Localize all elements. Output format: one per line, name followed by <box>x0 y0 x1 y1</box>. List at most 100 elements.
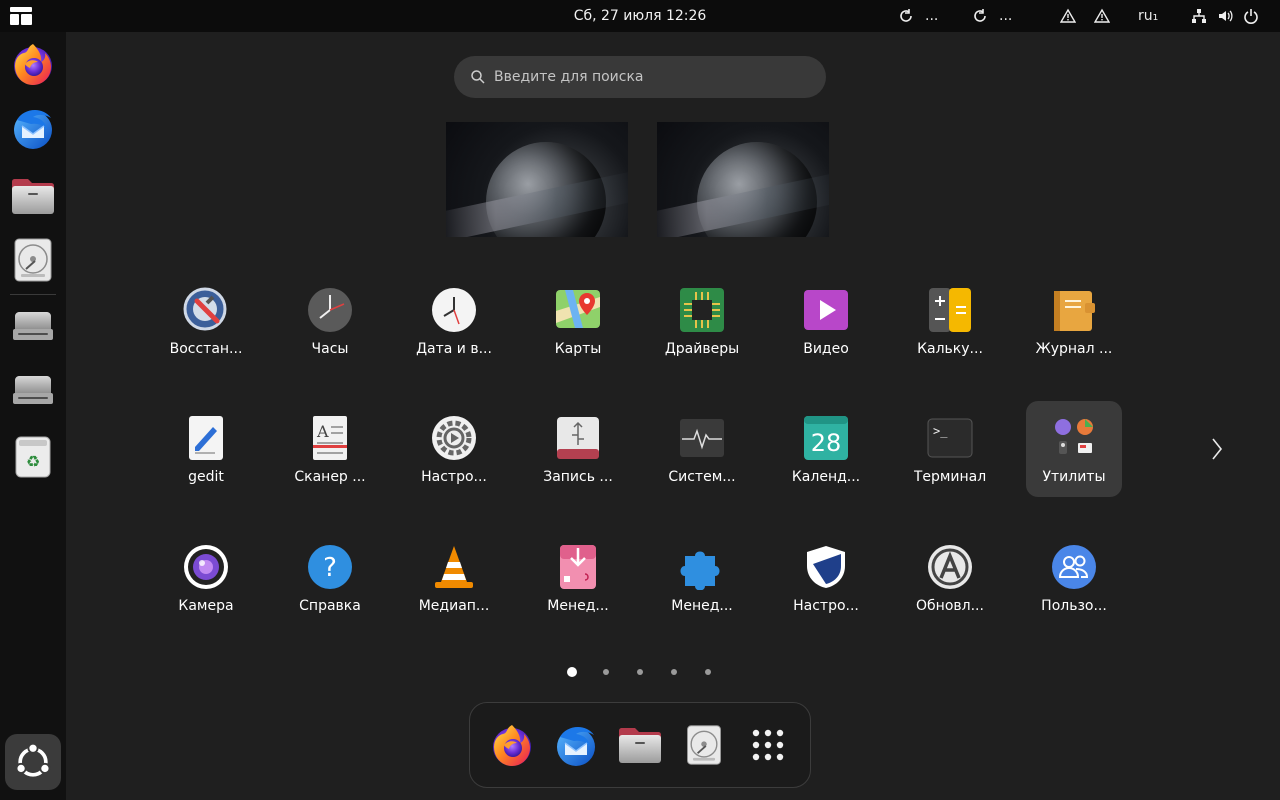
utilities-folder-icon <box>1051 415 1097 461</box>
refresh-1-label: ... <box>925 8 939 24</box>
tray-refresh-1[interactable]: ... <box>896 0 938 32</box>
app-label: Медиап... <box>418 598 490 614</box>
app-tile[interactable]: 28 Календ... <box>778 401 874 497</box>
app-tile[interactable]: Менед... <box>530 530 626 626</box>
dock-thunderbird[interactable] <box>5 100 61 156</box>
app-tile[interactable]: Драйверы <box>654 273 750 369</box>
app-tile[interactable]: Дата и в... <box>406 273 502 369</box>
app-label: Восстан... <box>169 341 243 357</box>
app-tile[interactable]: Настро... <box>406 401 502 497</box>
app-tile[interactable]: >_ Терминал <box>902 401 998 497</box>
dock-files[interactable] <box>5 168 61 224</box>
app-label: Карты <box>554 341 602 357</box>
warning-icon[interactable] <box>1094 0 1110 32</box>
app-tile[interactable]: Карты <box>530 273 626 369</box>
app-label: gedit <box>188 469 224 485</box>
system-menu[interactable] <box>1190 0 1260 32</box>
app-label: Запись ... <box>543 469 613 485</box>
app-tile[interactable]: ? Справка <box>282 530 378 626</box>
keyboard-layout-indicator[interactable]: ru₁ <box>1138 0 1158 32</box>
app-label: Журнал ... <box>1035 341 1113 357</box>
page-dot[interactable] <box>705 669 711 675</box>
firefox-icon <box>9 40 57 88</box>
app-tile[interactable]: Систем... <box>654 401 750 497</box>
dock-firefox[interactable] <box>5 36 61 92</box>
dash <box>469 702 811 788</box>
dash-disk-image[interactable] <box>676 717 732 773</box>
dash-firefox[interactable] <box>484 717 540 773</box>
show-applications-button[interactable] <box>740 717 796 773</box>
extensions-icon <box>679 544 725 590</box>
text-editor-icon <box>183 415 229 461</box>
app-label: Терминал <box>913 469 987 485</box>
thunderbird-icon <box>9 104 57 152</box>
terminal-icon: >_ <box>927 415 973 461</box>
refresh-icon <box>896 0 916 32</box>
app-tile[interactable]: Камера <box>158 530 254 626</box>
dock-drive-2[interactable] <box>5 362 61 418</box>
page-dot[interactable] <box>671 669 677 675</box>
activities-icon[interactable] <box>10 7 32 25</box>
drive-icon <box>9 302 57 350</box>
search-input[interactable] <box>494 69 794 85</box>
app-label: Настро... <box>793 598 859 614</box>
dock <box>0 32 66 800</box>
dock-trash[interactable] <box>5 428 61 484</box>
app-folder-tile[interactable]: Утилиты <box>1026 401 1122 497</box>
usb-writer-icon <box>555 415 601 461</box>
app-tile[interactable]: Пользо... <box>1026 530 1122 626</box>
app-tile[interactable]: Менед... <box>654 530 750 626</box>
help-glyph: ? <box>323 553 337 583</box>
clock-button[interactable]: Сб, 27 июля 12:26 <box>574 8 707 24</box>
page-dot-active[interactable] <box>567 667 577 677</box>
page-indicator <box>0 666 1280 680</box>
app-tile[interactable]: Восстан... <box>158 273 254 369</box>
app-label: Менед... <box>671 598 733 614</box>
app-label: Менед... <box>547 598 609 614</box>
show-apps-button[interactable] <box>5 734 61 790</box>
app-tile[interactable]: Запись ... <box>530 401 626 497</box>
app-tile[interactable]: gedit <box>158 401 254 497</box>
app-label: Утилиты <box>1042 469 1106 485</box>
network-icon <box>1190 0 1208 32</box>
keyboard-layout-label: ru₁ <box>1138 8 1159 24</box>
app-tile[interactable]: Медиап... <box>406 530 502 626</box>
app-tile[interactable]: Журнал ... <box>1026 273 1122 369</box>
app-tile[interactable]: Настро... <box>778 530 874 626</box>
video-icon <box>803 287 849 333</box>
dock-disk-image[interactable] <box>5 232 61 288</box>
security-shield-icon <box>803 544 849 590</box>
terminal-prompt: >_ <box>933 424 948 438</box>
users-icon <box>1051 544 1097 590</box>
app-label: Дата и в... <box>416 341 492 357</box>
volume-icon <box>1216 0 1234 32</box>
dash-files[interactable] <box>612 717 668 773</box>
power-icon <box>1242 0 1260 32</box>
app-label: Настро... <box>421 469 487 485</box>
disk-image-icon <box>682 723 726 767</box>
app-tile[interactable]: Кальку... <box>902 273 998 369</box>
dock-separator <box>10 294 56 295</box>
thunderbird-icon <box>552 721 600 769</box>
ubuntu-logo-icon <box>11 740 55 784</box>
page-dot[interactable] <box>637 669 643 675</box>
scanner-icon: A <box>307 415 353 461</box>
package-installer-icon <box>555 544 601 590</box>
drive-icon <box>9 366 57 414</box>
next-page-button[interactable] <box>1206 433 1228 465</box>
dock-drive-1[interactable] <box>5 298 61 354</box>
app-tile[interactable]: Обновл... <box>902 530 998 626</box>
app-tile[interactable]: Видео <box>778 273 874 369</box>
dash-thunderbird[interactable] <box>548 717 604 773</box>
workspace-thumbnail-1[interactable] <box>446 122 628 237</box>
page-dot[interactable] <box>603 669 609 675</box>
app-tile[interactable]: A Сканер ... <box>282 401 378 497</box>
tray-refresh-2[interactable]: ... <box>970 0 1012 32</box>
warning-icon[interactable] <box>1060 0 1076 32</box>
software-updater-icon <box>927 544 973 590</box>
workspace-thumbnail-2[interactable] <box>657 122 829 237</box>
files-icon <box>616 721 664 769</box>
app-tile[interactable]: Часы <box>282 273 378 369</box>
search-box[interactable] <box>454 56 826 98</box>
app-label: Календ... <box>791 469 861 485</box>
